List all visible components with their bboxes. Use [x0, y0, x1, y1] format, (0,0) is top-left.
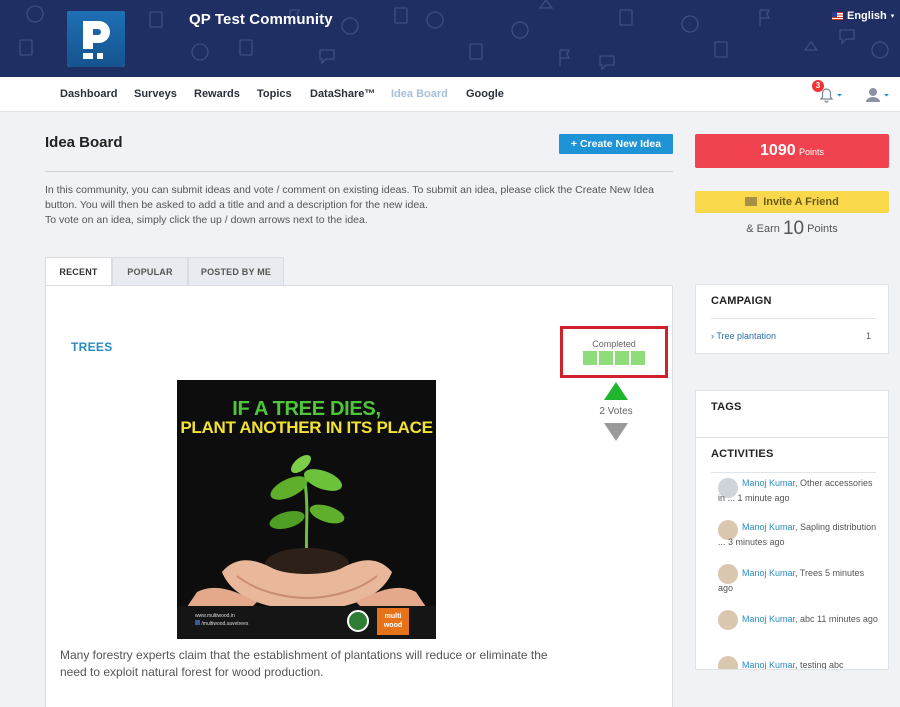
nav-google[interactable]: Google	[466, 88, 504, 100]
user-avatar-icon[interactable]	[864, 86, 892, 104]
nav-idea-board[interactable]: Idea Board	[391, 88, 448, 100]
activity-user[interactable]: Manoj Kumar	[718, 660, 795, 669]
earn-suffix: Points	[807, 223, 838, 235]
notification-badge: 3	[812, 80, 824, 92]
activity-item[interactable]: Manoj Kumar, Sapling distribution ... 3 …	[718, 520, 878, 550]
nav-topics[interactable]: Topics	[257, 88, 292, 100]
idea-board-description: In this community, you can submit ideas …	[45, 183, 673, 228]
us-flag-icon	[832, 12, 843, 20]
nav-rewards[interactable]: Rewards	[194, 88, 240, 100]
tags-card: TAGS	[695, 390, 889, 438]
activity-item[interactable]: Manoj Kumar, Other accessories in ... 1 …	[718, 476, 878, 506]
activity-text: , Trees	[795, 568, 826, 578]
activity-item[interactable]: Manoj Kumar, testing abc	[718, 658, 878, 670]
status-segment	[631, 351, 645, 365]
invite-friend-button[interactable]: Invite A Friend	[695, 191, 889, 213]
nav-dashboard[interactable]: Dashboard	[60, 88, 117, 100]
app-title: QP Test Community	[189, 11, 333, 28]
image-url-2: /multiwood.savetrees	[201, 621, 249, 627]
image-footer: www.multiwood.in /multiwood.savetrees mu…	[177, 606, 436, 639]
invite-label: Invite A Friend	[763, 196, 839, 208]
activities-title: ACTIVITIES	[711, 448, 774, 460]
title-divider	[45, 171, 673, 172]
activities-card: ACTIVITIES Manoj Kumar, Other accessorie…	[695, 438, 889, 670]
idea-title[interactable]: TREES	[71, 340, 113, 354]
vote-count: 2 Votes	[599, 406, 633, 417]
create-new-idea-button[interactable]: + Create New Idea	[559, 134, 673, 154]
downvote-arrow-icon[interactable]	[604, 423, 628, 441]
page-title: Idea Board	[45, 134, 123, 151]
activity-item[interactable]: Manoj Kumar, abc 11 minutes ago	[718, 612, 878, 627]
image-footer-urls: www.multiwood.in /multiwood.savetrees	[195, 612, 248, 628]
activity-user[interactable]: Manoj Kumar	[718, 614, 795, 624]
activity-user[interactable]: Manoj Kumar	[718, 478, 795, 488]
activity-time: 11 minutes ago	[817, 614, 878, 624]
chevron-down-icon: ▾	[890, 13, 895, 20]
campaign-title: CAMPAIGN	[711, 295, 772, 307]
upvote-arrow-icon[interactable]	[604, 382, 628, 400]
earn-value: 10	[782, 218, 805, 239]
top-header: QP Test Community English ▾	[0, 0, 900, 77]
campaign-divider	[711, 318, 876, 319]
image-url-1: www.multiwood.in	[195, 613, 235, 619]
points-label: Points	[798, 147, 824, 157]
language-label: English	[847, 10, 887, 22]
tab-recent[interactable]: RECENT	[45, 257, 112, 285]
status-label: Completed	[592, 339, 636, 349]
points-banner: 1090 Points	[695, 134, 889, 168]
tab-popular[interactable]: POPULAR	[112, 257, 188, 285]
nav-surveys[interactable]: Surveys	[134, 88, 177, 100]
facebook-icon	[195, 620, 200, 625]
image-headline-2: PLANT ANOTHER IN ITS PLACE	[180, 418, 433, 437]
nav-datashare[interactable]: DataShare™	[310, 88, 375, 100]
idea-status: Completed	[560, 326, 668, 378]
earn-points-text: & Earn 10 Points	[695, 218, 889, 240]
description-line-3: To vote on an idea, simply click the up …	[45, 214, 368, 226]
activity-time: 3 minutes ago	[728, 537, 785, 547]
activity-text: , abc	[795, 614, 818, 624]
activity-time: 1 minute ago	[737, 493, 790, 503]
campaign-card: CAMPAIGN › Tree plantation 1	[695, 284, 889, 354]
main-nav: Dashboard Surveys Rewards Topics DataSha…	[0, 77, 900, 112]
status-segment	[583, 351, 597, 365]
hands-plant-illustration	[177, 455, 436, 622]
earn-prefix: & Earn	[746, 223, 780, 235]
activity-item[interactable]: Manoj Kumar, Trees 5 minutes ago	[718, 566, 878, 596]
activity-user[interactable]: Manoj Kumar	[718, 522, 795, 532]
language-selector[interactable]: English ▾	[832, 10, 894, 22]
tags-title: TAGS	[711, 401, 742, 413]
activity-text: , testing abc	[795, 660, 844, 670]
points-value: 1090	[760, 142, 796, 159]
envelope-icon	[745, 197, 758, 206]
campaign-item-tree-plantation[interactable]: › Tree plantation	[711, 331, 776, 341]
activities-divider	[711, 472, 876, 473]
campaign-item-count: 1	[866, 331, 872, 341]
description-line-1: In this community, you can submit ideas …	[45, 184, 654, 196]
tree-logo-icon	[347, 610, 369, 632]
p-logo-icon[interactable]	[67, 11, 125, 67]
idea-description: Many forestry experts claim that the est…	[60, 648, 548, 679]
status-segment	[599, 351, 613, 365]
image-url-2-row: /multiwood.savetrees	[195, 620, 248, 628]
status-segment	[615, 351, 629, 365]
header-pattern	[19, 0, 889, 71]
idea-image: IF A TREE DIES, PLANT ANOTHER IN ITS PLA…	[177, 380, 436, 639]
description-line-2: button. You will then be asked to add a …	[45, 199, 428, 211]
multiwood-logo: multi wood	[377, 608, 409, 635]
activity-user[interactable]: Manoj Kumar	[718, 568, 795, 578]
tab-posted-by-me[interactable]: POSTED BY ME	[188, 257, 284, 285]
